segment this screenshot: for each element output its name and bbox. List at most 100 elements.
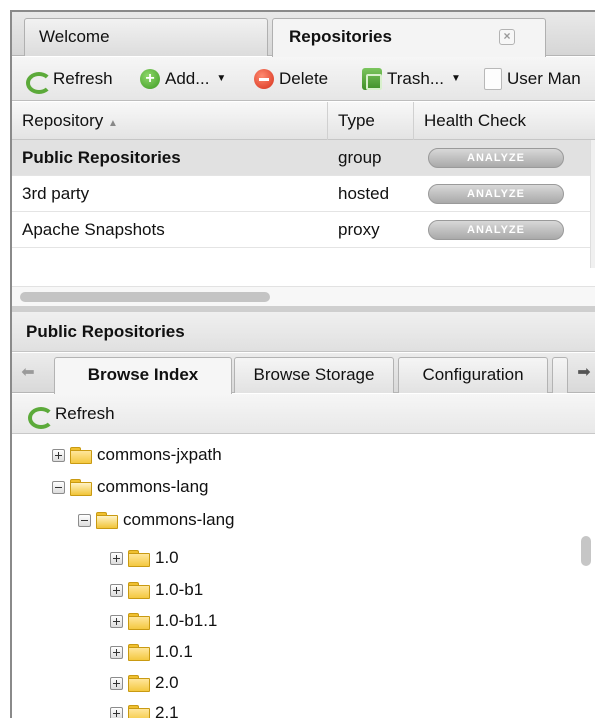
refresh-icon	[24, 69, 52, 94]
analyze-button[interactable]: ANALYZE	[428, 148, 564, 168]
table-row[interactable]: Public Repositories group ANALYZE	[12, 140, 590, 176]
tree-node[interactable]: 1.0.1	[110, 638, 193, 666]
folder-icon	[128, 644, 150, 661]
repository-type: proxy	[338, 220, 380, 239]
delete-button[interactable]: Delete	[254, 57, 329, 100]
tab-configuration-label: Configuration	[422, 365, 524, 384]
tree-node[interactable]: 1.0-b1.1	[110, 607, 217, 635]
expand-icon[interactable]	[110, 551, 123, 565]
close-icon[interactable]: ×	[499, 29, 515, 45]
tab-browse-storage-label: Browse Storage	[253, 365, 375, 384]
tab-browse-index-label: Browse Index	[87, 365, 199, 384]
analyze-button[interactable]: ANALYZE	[428, 184, 564, 204]
column-health-check-label: Health Check	[424, 111, 527, 130]
column-header-type[interactable]: Type	[328, 102, 414, 140]
grid-header: Repository ▲ Type Health Check	[12, 102, 595, 140]
tab-repositories[interactable]: Repositories ×	[272, 18, 546, 57]
tree-node-label: 1.0	[155, 548, 179, 567]
open-folder-icon	[96, 512, 118, 529]
tree-node-label: commons-lang	[123, 510, 235, 529]
tree-node-label: commons-lang	[97, 477, 209, 496]
tree-node[interactable]: 1.0-b1	[110, 576, 203, 604]
user-management-icon	[484, 68, 502, 90]
chevron-down-icon: ▼	[216, 73, 227, 84]
tree-node-label: commons-jxpath	[97, 445, 222, 464]
browse-index-tree: commons-jxpath commons-lang commons-lang…	[12, 435, 595, 718]
tree-node-label: 1.0.1	[155, 642, 193, 661]
browse-toolbar: Refresh	[12, 394, 595, 434]
sort-ascending-icon: ▲	[108, 118, 118, 129]
panel-title: Public Repositories	[12, 312, 595, 352]
tree-scroll-thumb[interactable]	[581, 536, 591, 566]
add-icon: +	[140, 69, 160, 89]
repository-grid: Repository ▲ Type Health Check Public Re…	[12, 102, 595, 306]
folder-icon	[128, 675, 150, 692]
repositories-window: Welcome Repositories × Refresh + Add... …	[10, 10, 595, 718]
collapse-icon[interactable]	[78, 513, 91, 527]
expand-icon[interactable]	[52, 448, 65, 462]
repository-name: Apache Snapshots	[22, 220, 165, 239]
folder-icon	[128, 613, 150, 630]
column-header-health-check[interactable]: Health Check	[414, 102, 595, 140]
user-management-button[interactable]: User Man	[484, 57, 581, 100]
expand-icon[interactable]	[110, 583, 123, 597]
tree-node[interactable]: 1.0	[110, 544, 179, 572]
delete-icon	[254, 69, 274, 89]
repository-type: hosted	[338, 184, 390, 203]
repository-subtab-bar: ⬅ Browse Index Browse Storage Configurat…	[12, 353, 595, 394]
tab-welcome[interactable]: Welcome	[24, 18, 268, 56]
folder-icon	[70, 447, 92, 464]
add-label: Add...	[165, 69, 210, 88]
tree-node-label: 1.0-b1.1	[155, 611, 218, 630]
trash-label: Trash...	[387, 69, 444, 88]
refresh-button[interactable]: Refresh	[24, 57, 113, 100]
folder-icon	[128, 705, 150, 718]
tab-configuration[interactable]: Configuration	[398, 357, 548, 393]
chevron-down-icon: ▼	[451, 73, 461, 84]
expand-icon[interactable]	[110, 706, 123, 718]
tab-scroll-right-icon[interactable]: ➡	[570, 353, 595, 393]
tab-welcome-label: Welcome	[39, 27, 110, 46]
add-button[interactable]: + Add... ▼	[140, 57, 227, 100]
repository-name: 3rd party	[22, 184, 90, 203]
column-header-repository[interactable]: Repository ▲	[12, 102, 328, 140]
delete-label: Delete	[279, 69, 329, 88]
tab-browse-storage[interactable]: Browse Storage	[234, 357, 394, 393]
collapse-icon[interactable]	[52, 480, 65, 494]
tree-node-label: 1.0-b1	[155, 580, 204, 599]
analyze-button[interactable]: ANALYZE	[428, 220, 564, 240]
main-tab-bar: Welcome Repositories ×	[12, 12, 595, 57]
folder-icon	[128, 550, 150, 567]
browse-refresh-button[interactable]: Refresh	[55, 404, 115, 424]
tree-vertical-scrollbar[interactable]	[577, 435, 595, 718]
tree-node[interactable]: 2.1	[110, 699, 179, 718]
table-row[interactable]: 3rd party hosted ANALYZE	[12, 176, 590, 212]
user-management-label: User Man	[507, 69, 581, 88]
expand-icon[interactable]	[110, 614, 123, 628]
tree-node[interactable]: commons-lang	[52, 473, 209, 501]
expand-icon[interactable]	[110, 645, 123, 659]
trash-button[interactable]: Trash... ▼	[362, 57, 461, 100]
grid-vertical-scrollbar[interactable]	[590, 140, 595, 268]
tab-repositories-label: Repositories	[289, 27, 392, 46]
tree-node-label: 2.1	[155, 703, 179, 718]
tab-scroll-left-icon[interactable]: ⬅	[12, 353, 44, 393]
folder-icon	[128, 582, 150, 599]
tree-node[interactable]: commons-lang	[78, 506, 235, 534]
tree-node-label: 2.0	[155, 673, 179, 692]
tab-partial[interactable]	[552, 357, 568, 393]
tree-node[interactable]: 2.0	[110, 669, 179, 697]
repository-name: Public Repositories	[22, 148, 181, 167]
refresh-label: Refresh	[53, 69, 113, 88]
refresh-icon	[26, 404, 54, 429]
table-row[interactable]: Apache Snapshots proxy ANALYZE	[12, 212, 590, 248]
tree-node[interactable]: commons-jxpath	[52, 441, 222, 469]
grid-horizontal-scroll-thumb[interactable]	[20, 292, 270, 302]
tab-browse-index[interactable]: Browse Index	[54, 357, 232, 394]
expand-icon[interactable]	[110, 676, 123, 690]
repositories-toolbar: Refresh + Add... ▼ Delete Trash... ▼ Use…	[12, 57, 595, 101]
open-folder-icon	[70, 479, 92, 496]
column-type-label: Type	[338, 111, 375, 130]
column-repository-label: Repository	[22, 111, 104, 130]
repository-type: group	[338, 148, 382, 167]
